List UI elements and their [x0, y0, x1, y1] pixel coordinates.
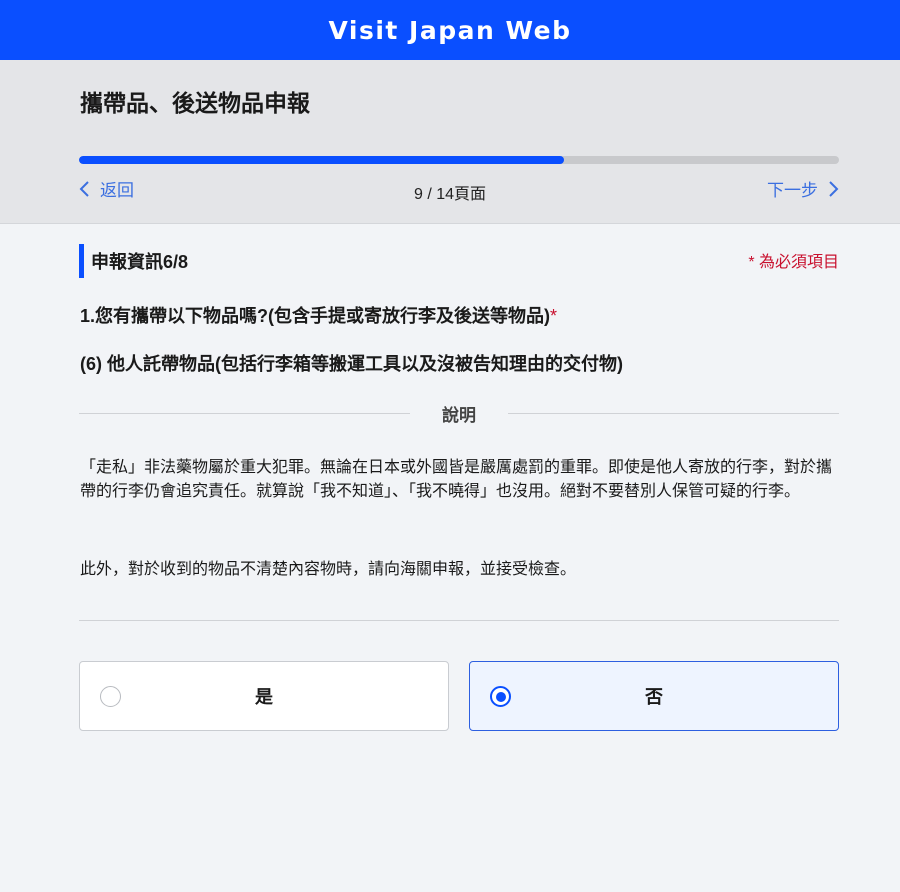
explanation-paragraph-1: 「走私」非法藥物屬於重大犯罪。無論在日本或外國皆是嚴厲處罰的重罪。即使是他人寄放… — [80, 459, 833, 500]
section-divider — [79, 620, 839, 621]
section-title: 申報資訊6/8 — [91, 252, 189, 272]
required-asterisk: * — [550, 306, 558, 326]
section-accent-bar — [79, 244, 84, 278]
required-note: * 為必須項目 — [748, 254, 839, 271]
radio-dot — [495, 691, 506, 702]
progress-bar — [79, 156, 839, 164]
divider-line-left — [79, 412, 410, 414]
next-button[interactable]: 下一步 — [767, 176, 840, 201]
page-indicator: 9 / 14頁面 — [413, 186, 487, 203]
radio-selected-icon[interactable] — [490, 686, 511, 707]
option-no-label: 否 — [645, 687, 663, 707]
radio-unselected-icon[interactable] — [100, 686, 121, 707]
explanation-paragraph-2: 此外，對於收到的物品不清楚內容物時，請向海關申報，並接受檢查。 — [80, 561, 577, 578]
app-header: Visit Japan Web — [0, 0, 900, 60]
page-head: 攜帶品、後送物品申報 返回 9 / 14頁面 下一步 — [0, 60, 900, 224]
app-title: Visit Japan Web — [328, 15, 572, 45]
next-label: 下一步 — [767, 181, 818, 200]
option-yes-label: 是 — [255, 687, 273, 707]
page-title: 攜帶品、後送物品申報 — [80, 90, 310, 116]
explanation-divider: 說明 — [79, 402, 839, 425]
question-text: 1.您有攜帶以下物品嗎?(包含手提或寄放行李及後送等物品)* — [80, 302, 557, 328]
option-yes[interactable]: 是 — [79, 661, 449, 731]
progress-fill — [79, 156, 564, 164]
sub-question-text: (6) 他人託帶物品(包括行李箱等搬運工具以及沒被告知理由的交付物) — [80, 354, 623, 374]
question-label: 1.您有攜帶以下物品嗎?(包含手提或寄放行李及後送等物品) — [80, 306, 550, 326]
explanation-heading: 說明 — [442, 405, 476, 425]
chevron-right-icon — [829, 180, 839, 197]
section-heading: 申報資訊6/8 — [79, 244, 188, 278]
option-no[interactable]: 否 — [469, 661, 839, 731]
divider-line-right — [508, 412, 839, 414]
